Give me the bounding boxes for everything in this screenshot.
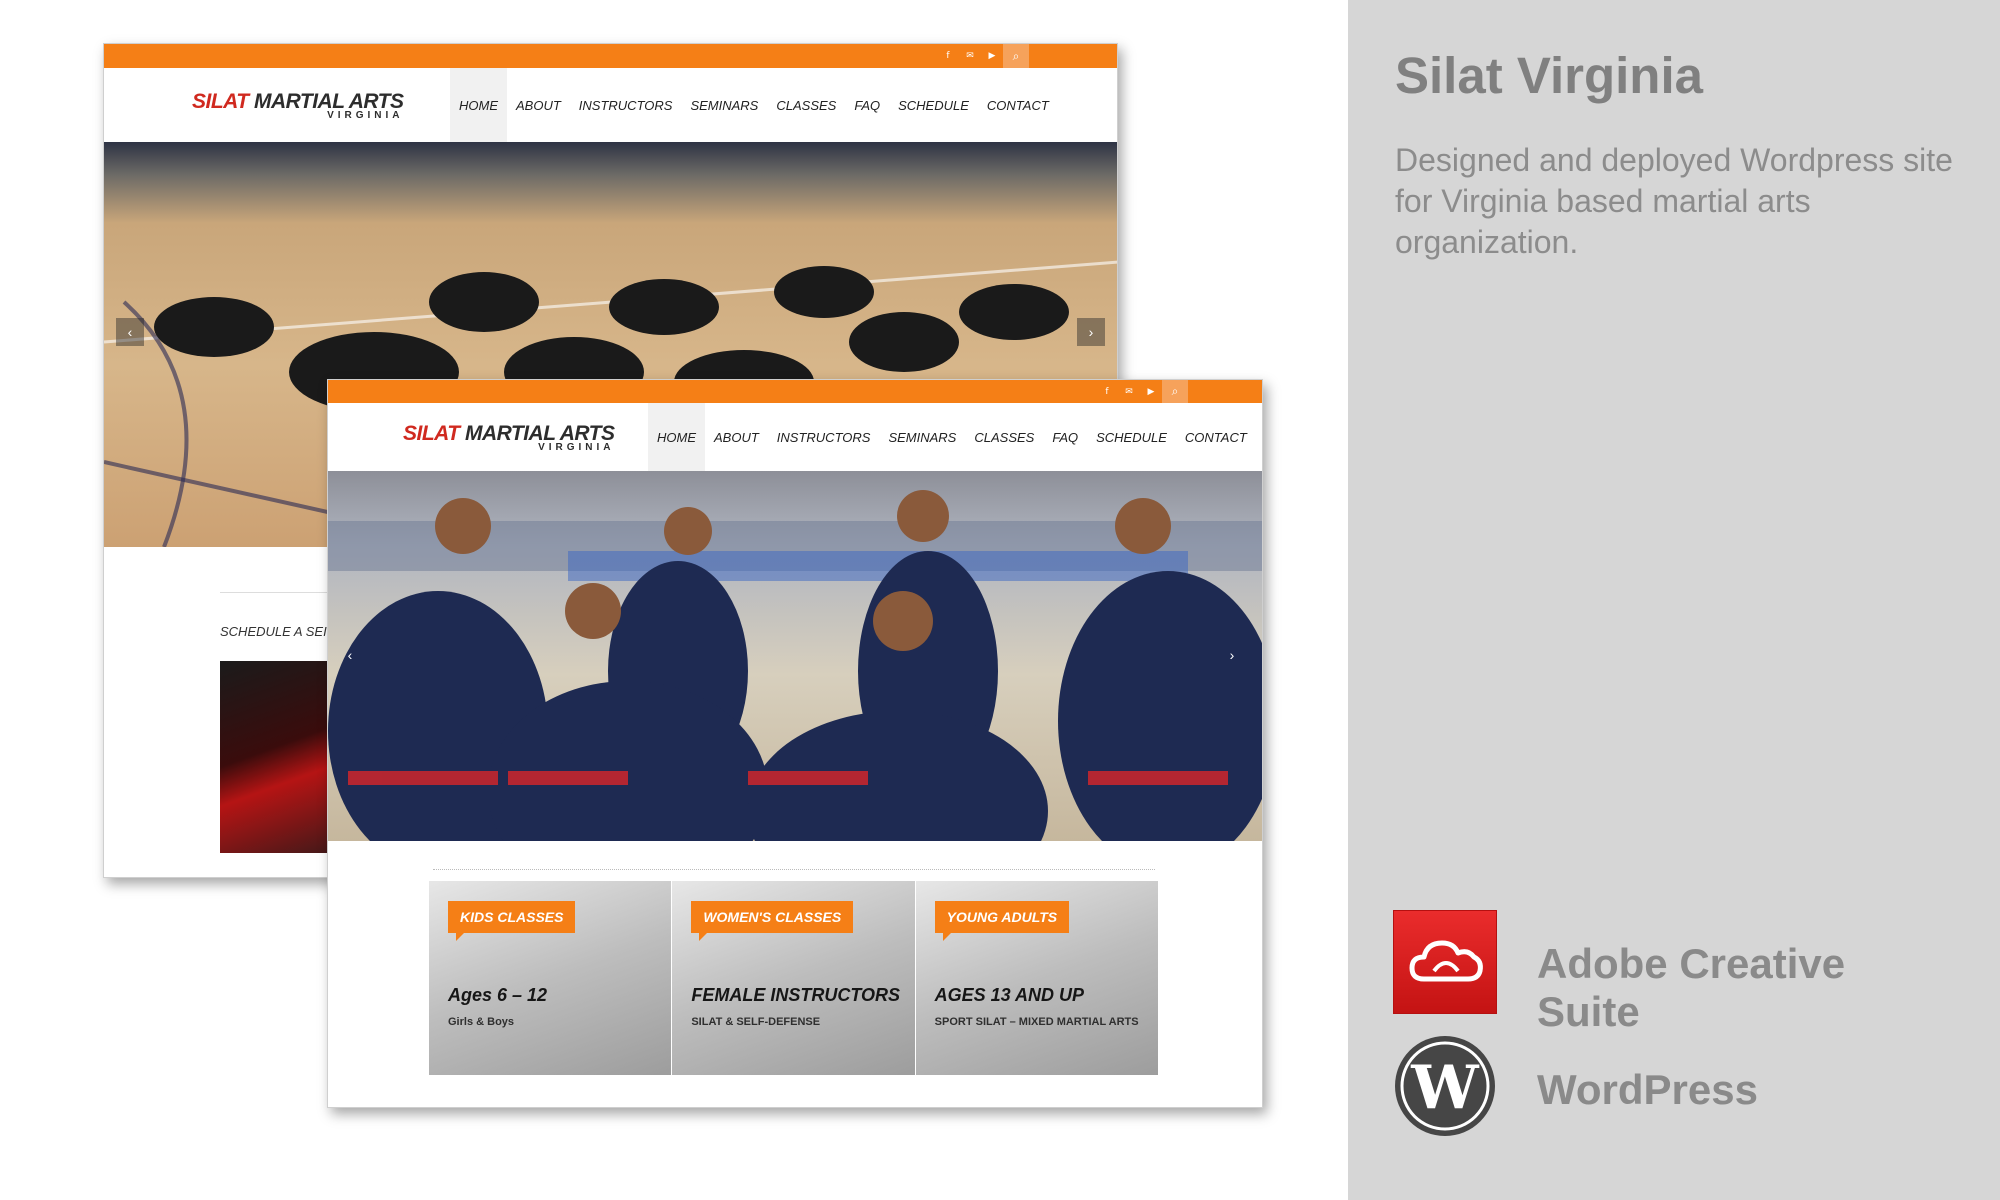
hero-slider: ‹ ›: [328, 471, 1262, 841]
nav-item-contact[interactable]: CONTACT: [978, 68, 1058, 142]
card-young-adults[interactable]: YOUNG ADULTS AGES 13 AND UP SPORT SILAT …: [915, 881, 1159, 1075]
nav-item-schedule[interactable]: SCHEDULE: [1087, 403, 1176, 471]
slider-next-arrow[interactable]: ›: [1218, 641, 1246, 669]
main-nav: HOME ABOUT INSTRUCTORS SEMINARS CLASSES …: [648, 403, 1256, 471]
schedule-heading: SCHEDULE A SEI: [220, 624, 327, 639]
card-kids-classes[interactable]: KIDS CLASSES Ages 6 – 12 Girls & Boys: [429, 881, 673, 1075]
nav-item-seminars[interactable]: SEMINARS: [879, 403, 965, 471]
tool-label: WordPress: [1537, 1066, 1758, 1113]
site-logo[interactable]: SILAT MARTIAL ARTS VIRGINIA: [192, 90, 404, 121]
project-title: Silat Virginia: [1395, 47, 1703, 104]
slider-prev-arrow[interactable]: ‹: [116, 318, 144, 346]
facebook-icon[interactable]: f: [937, 51, 959, 61]
tool-label: Adobe Creative Suite: [1537, 940, 1846, 1035]
adobe-creative-cloud-icon: [1393, 910, 1497, 1014]
card-subtitle: Girls & Boys: [448, 1016, 515, 1028]
nav-item-about[interactable]: ABOUT: [705, 403, 768, 471]
social-links: f ✉ ▶ ⌕: [1096, 380, 1188, 403]
tool-wordpress: W WordPress: [1393, 1034, 1953, 1144]
svg-text:W: W: [1410, 1053, 1480, 1123]
nav-item-classes[interactable]: CLASSES: [767, 68, 845, 142]
slider-prev-arrow[interactable]: ‹: [336, 641, 364, 669]
nav-item-contact[interactable]: CONTACT: [1176, 403, 1256, 471]
search-icon[interactable]: ⌕: [1162, 380, 1188, 403]
nav-item-about[interactable]: ABOUT: [507, 68, 570, 142]
card-womens-classes[interactable]: WOMEN'S CLASSES FEMALE INSTRUCTORS SILAT…: [672, 881, 916, 1075]
top-bar: f ✉ ▶ ⌕: [104, 44, 1117, 68]
hero-image: [328, 490, 1262, 841]
tool-adobe: Adobe Creative Suite: [1393, 910, 1953, 1035]
nav-item-faq[interactable]: FAQ: [1043, 403, 1087, 471]
nav-item-home[interactable]: HOME: [450, 68, 507, 142]
header: SILAT MARTIAL ARTS VIRGINIA HOME ABOUT I…: [328, 403, 1262, 471]
youtube-icon[interactable]: ▶: [1140, 387, 1162, 397]
wordpress-icon: W: [1393, 1034, 1497, 1138]
facebook-icon[interactable]: f: [1096, 387, 1118, 397]
nav-item-instructors[interactable]: INSTRUCTORS: [570, 68, 682, 142]
website-screenshot-front: f ✉ ▶ ⌕ SILAT MARTIAL ARTS VIRGINIA HOME…: [327, 379, 1263, 1108]
divider: [433, 869, 1155, 870]
header: SILAT MARTIAL ARTS VIRGINIA HOME ABOUT I…: [104, 68, 1117, 142]
site-logo[interactable]: SILAT MARTIAL ARTS VIRGINIA: [403, 422, 615, 453]
nav-item-faq[interactable]: FAQ: [845, 68, 889, 142]
card-tag: YOUNG ADULTS: [934, 901, 1070, 941]
main-nav: HOME ABOUT INSTRUCTORS SEMINARS CLASSES …: [450, 68, 1058, 142]
search-icon[interactable]: ⌕: [1003, 44, 1029, 68]
card-subtitle: SILAT & SELF-DEFENSE: [691, 1016, 821, 1028]
card-tag: KIDS CLASSES: [448, 901, 576, 941]
project-info-panel: Silat Virginia Designed and deployed Wor…: [1348, 0, 2000, 1200]
mail-icon[interactable]: ✉: [959, 51, 981, 61]
nav-item-schedule[interactable]: SCHEDULE: [889, 68, 978, 142]
top-bar: f ✉ ▶ ⌕: [328, 380, 1262, 403]
card-title: AGES 13 AND UP: [934, 985, 1085, 1005]
nav-item-classes[interactable]: CLASSES: [965, 403, 1043, 471]
card-title: FEMALE INSTRUCTORS: [691, 985, 900, 1005]
card-title: Ages 6 – 12: [448, 985, 548, 1005]
slider-next-arrow[interactable]: ›: [1077, 318, 1105, 346]
mail-icon[interactable]: ✉: [1118, 387, 1140, 397]
card-subtitle: SPORT SILAT – MIXED MARTIAL ARTS: [934, 1016, 1139, 1028]
project-description: Designed and deployed Wordpress site for…: [1395, 142, 1953, 260]
nav-item-seminars[interactable]: SEMINARS: [681, 68, 767, 142]
card-tag: WOMEN'S CLASSES: [691, 901, 854, 941]
nav-item-instructors[interactable]: INSTRUCTORS: [768, 403, 880, 471]
social-links: f ✉ ▶ ⌕: [937, 44, 1029, 68]
youtube-icon[interactable]: ▶: [981, 51, 1003, 61]
class-cards: KIDS CLASSES Ages 6 – 12 Girls & Boys WO…: [429, 881, 1159, 1075]
nav-item-home[interactable]: HOME: [648, 403, 705, 471]
